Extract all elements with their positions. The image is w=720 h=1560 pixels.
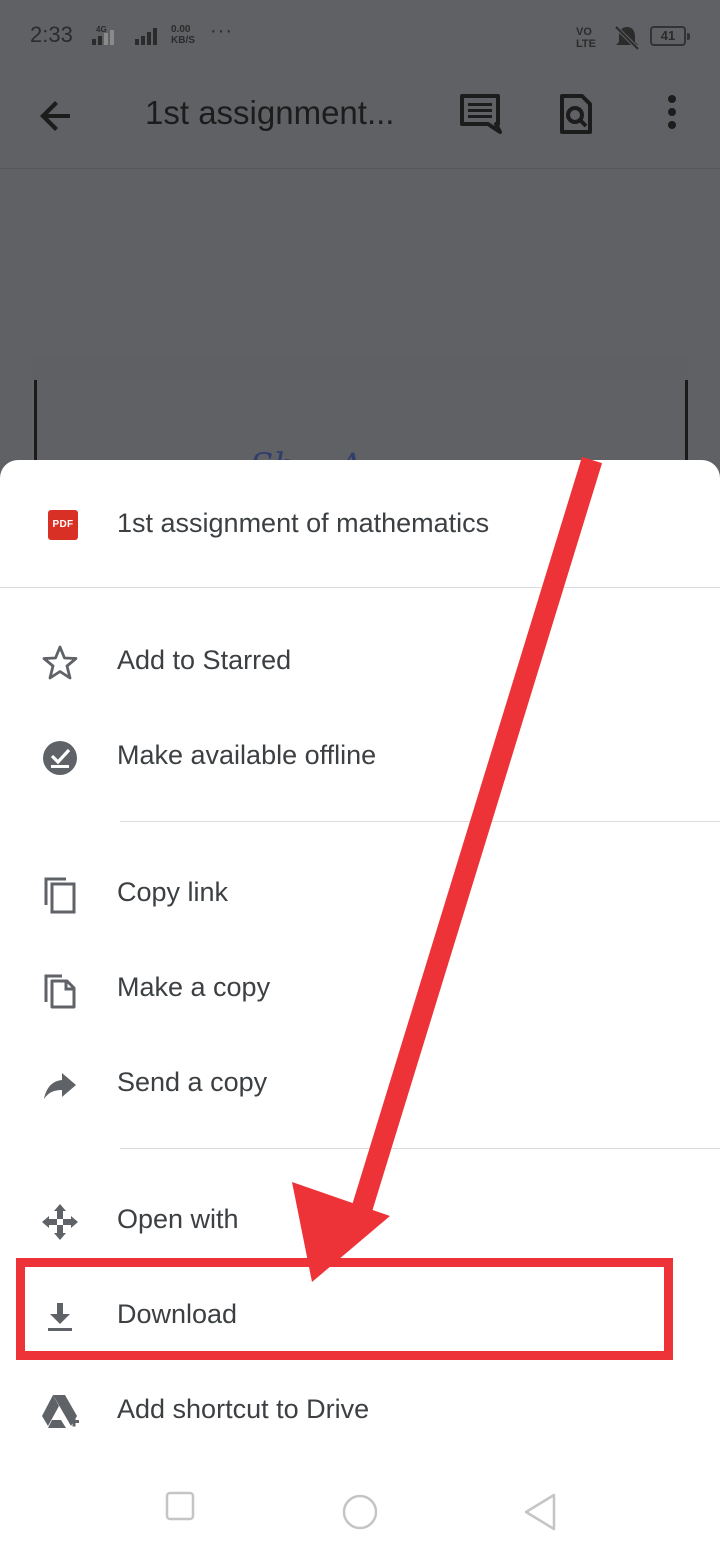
menu-label: Download <box>117 1299 238 1329</box>
download-icon <box>48 1303 72 1331</box>
signal-bars-icon <box>135 28 157 45</box>
open-with-icon <box>42 1204 78 1240</box>
menu-label: Send a copy <box>117 1067 268 1097</box>
svg-text:4G: 4G <box>96 25 107 34</box>
status-time: 2:33 <box>30 22 73 47</box>
home-circle-icon[interactable] <box>340 1493 380 1531</box>
status-more-dots: ··· <box>210 20 233 42</box>
divider <box>120 821 720 822</box>
menu-item-copy-link[interactable]: Copy link <box>0 847 720 942</box>
offline-check-icon <box>43 741 77 775</box>
menu-label: Add shortcut to Drive <box>117 1394 370 1424</box>
svg-text:VO: VO <box>576 26 592 38</box>
star-outline-icon <box>42 645 78 680</box>
drive-shortcut-icon <box>42 1395 79 1428</box>
actions-bottom-sheet: PDF 1st assignment of mathematics Add to… <box>0 460 720 1560</box>
copy-link-icon <box>44 877 76 914</box>
comments-icon[interactable] <box>458 92 502 136</box>
menu-item-open-with[interactable]: Open with <box>0 1174 720 1269</box>
more-vert-icon[interactable] <box>660 94 684 134</box>
menu-item-make-a-copy[interactable]: Make a copy <box>0 942 720 1037</box>
menu-item-add-shortcut-to-drive[interactable]: Add shortcut to Drive <box>0 1364 720 1459</box>
svg-text:LTE: LTE <box>576 38 596 50</box>
menu-label: Make a copy <box>117 972 271 1002</box>
divider <box>120 1148 720 1149</box>
speed-value: 0.00 <box>171 24 191 35</box>
menu-item-download[interactable]: Download <box>0 1269 720 1364</box>
menu-item-add-to-starred[interactable]: Add to Starred <box>0 615 720 710</box>
status-bar: 2:33 4G 0.00 KB/S ··· VO LTE 41 <box>0 0 720 72</box>
menu-label: Add to Starred <box>117 645 292 675</box>
menu-label: Copy link <box>117 877 229 907</box>
file-name: 1st assignment of mathematics <box>117 508 490 538</box>
menu-label: Open with <box>117 1204 239 1234</box>
make-copy-icon <box>44 974 76 1009</box>
back-triangle-icon[interactable] <box>520 1492 560 1532</box>
network-speed: 0.00 KB/S <box>171 24 195 46</box>
recents-square-icon[interactable] <box>164 1490 196 1522</box>
find-in-page-icon[interactable] <box>556 92 596 136</box>
sheet-header: PDF 1st assignment of mathematics <box>0 460 720 588</box>
share-arrow-icon <box>44 1073 76 1099</box>
menu-label: Make available offline <box>117 740 377 770</box>
app-bar: 1st assignment... <box>0 72 720 169</box>
menu-item-send-a-copy[interactable]: Send a copy <box>0 1037 720 1132</box>
battery-indicator: 41 <box>650 26 690 46</box>
volte-icon: VO LTE <box>576 26 596 50</box>
silent-bell-icon <box>614 25 640 51</box>
arrow-back-icon[interactable] <box>36 96 76 136</box>
pdf-file-icon: PDF <box>48 510 78 540</box>
document-title: 1st assignment... <box>145 94 395 131</box>
speed-unit: KB/S <box>171 35 195 46</box>
signal-4g-icon: 4G <box>92 25 114 45</box>
menu-item-make-available-offline[interactable]: Make available offline <box>0 710 720 805</box>
